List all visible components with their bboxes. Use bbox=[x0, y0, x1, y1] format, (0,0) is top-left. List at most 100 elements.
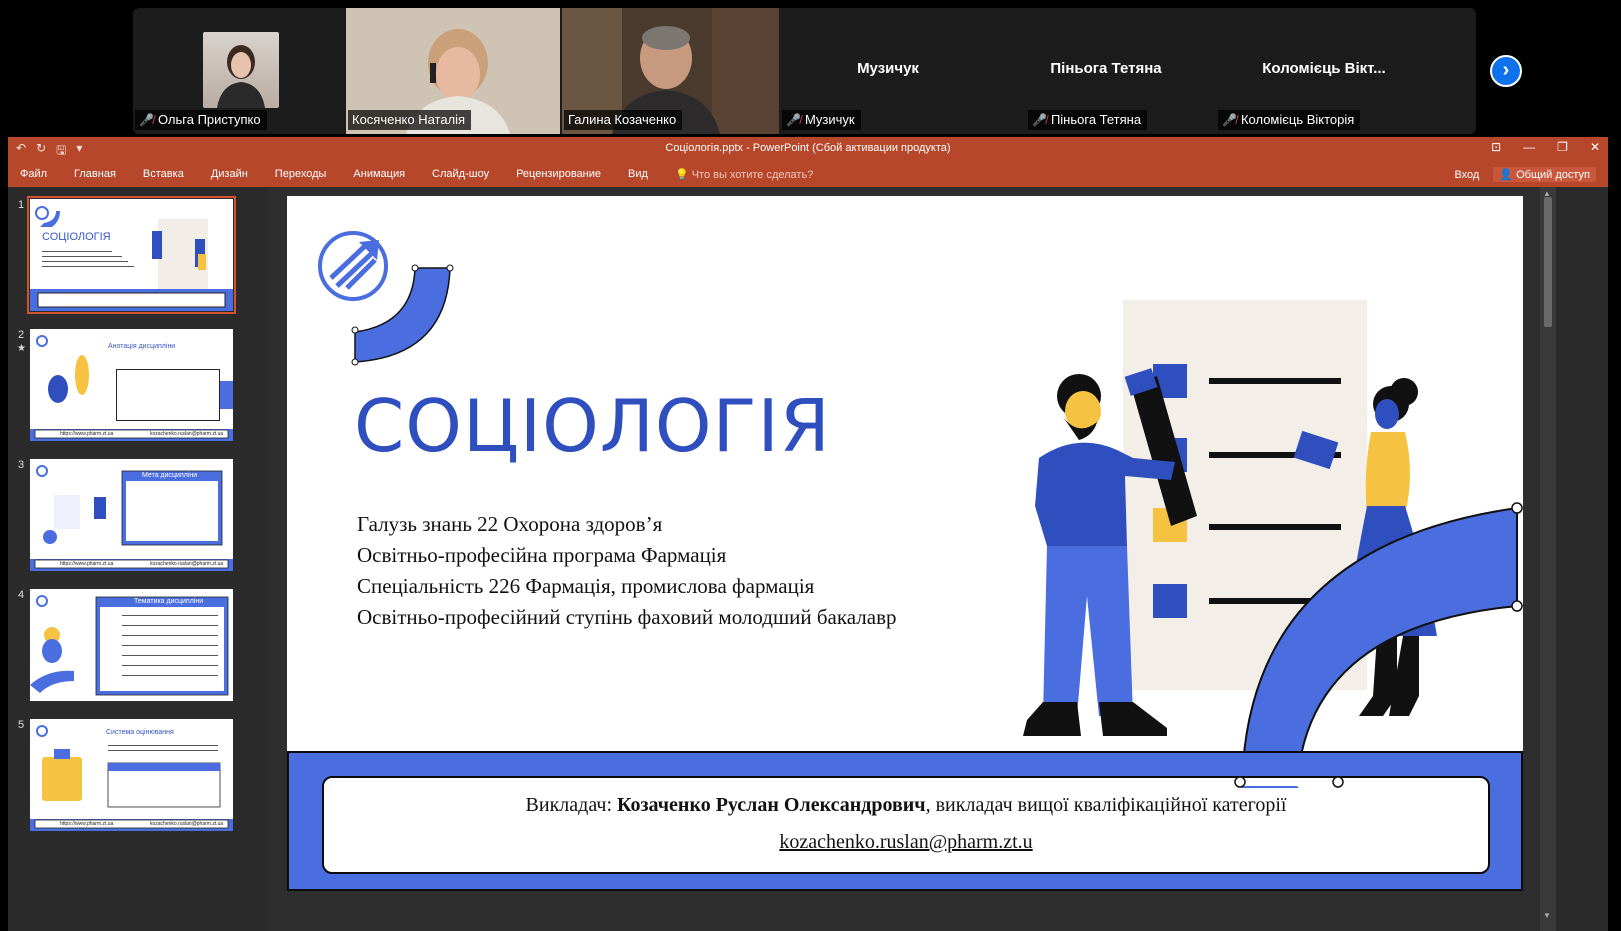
participant-name: Піньога Тетяна bbox=[1050, 112, 1142, 127]
participant-tile-6[interactable]: Коломієць Вікт... 🎤̸ Коломієць Вікторія bbox=[1216, 8, 1432, 134]
thumb-text-box bbox=[116, 369, 220, 421]
mic-muted-icon: 🎤̸ bbox=[786, 113, 801, 127]
tab-transitions[interactable]: Переходы bbox=[275, 168, 327, 181]
animation-star-icon: ★ bbox=[17, 343, 26, 354]
slide-body-text[interactable]: Галузь знань 22 Охорона здоров’я Освітнь… bbox=[357, 509, 896, 633]
thumb-text-line bbox=[122, 625, 218, 626]
thumb-footer-left: https://www.pharm.zt.ua bbox=[60, 821, 114, 827]
tab-slideshow[interactable]: Слайд-шоу bbox=[432, 168, 489, 181]
close-icon[interactable]: ✕ bbox=[1590, 140, 1600, 154]
thumb-text-line bbox=[42, 266, 134, 267]
participant-name: Ольга Приступко bbox=[157, 112, 261, 127]
chevron-right-icon: › bbox=[1502, 59, 1510, 81]
thumb-footer-right: kozachenko.ruslan@pharm.zt.ua bbox=[150, 821, 224, 827]
mic-muted-icon: 🎤̸ bbox=[1222, 113, 1237, 127]
tab-file[interactable]: Файл bbox=[20, 168, 47, 181]
body-line-1: Галузь знань 22 Охорона здоров’я bbox=[357, 512, 663, 536]
participant-tile-4[interactable]: Музичук 🎤̸ Музичук bbox=[780, 8, 996, 134]
slide-title[interactable]: СОЦІОЛОГІЯ bbox=[354, 384, 831, 468]
slide-thumbnail-3[interactable]: Мета дисципліни https://www.pharm.zt.ua … bbox=[30, 459, 233, 571]
thumb-title: Анотація дисципліни bbox=[108, 343, 176, 350]
tell-me-label: Что вы хотите сделать? bbox=[691, 169, 814, 181]
body-line-3: Спеціальність 226 Фармація, промислова ф… bbox=[357, 574, 815, 598]
participant-tile-5[interactable]: Піньога Тетяна 🎤̸ Піньога Тетяна bbox=[998, 8, 1214, 134]
window-controls: ⊡ — ❐ ✕ bbox=[1491, 140, 1600, 154]
thumb-text-line bbox=[122, 675, 218, 676]
tab-home[interactable]: Главная bbox=[74, 168, 116, 181]
logo-icon bbox=[318, 231, 388, 301]
scroll-down-icon[interactable]: ▼ bbox=[1543, 911, 1551, 920]
slide-thumbnail-panel: 1 СОЦІОЛОГІЯ 2 ★ Анотація дисципліни htt… bbox=[8, 187, 270, 931]
thumb-title: Мета дисципліни bbox=[142, 472, 198, 479]
next-page-button[interactable]: › bbox=[1490, 55, 1522, 87]
scrollbar-thumb[interactable] bbox=[1544, 197, 1552, 327]
participant-tile-1[interactable]: 🎤̸ Ольга Приступко bbox=[133, 8, 345, 134]
thumb-text-line bbox=[42, 256, 122, 257]
participant-tile-3[interactable]: Галина Козаченко bbox=[562, 8, 779, 134]
participant-name-tag: 🎤̸ Коломієць Вікторія bbox=[1218, 110, 1361, 130]
window-title: Соціологія.pptx - PowerPoint (Сбой актив… bbox=[665, 142, 951, 154]
teacher-email-link[interactable]: kozachenko.ruslan@pharm.zt.u bbox=[324, 831, 1488, 854]
vertical-scrollbar[interactable]: ▲ ▼ bbox=[1540, 187, 1556, 931]
thumb-text-line bbox=[108, 745, 218, 746]
tab-review[interactable]: Рецензирование bbox=[516, 168, 601, 181]
title-bar: ↶ ↻ 🖫 ▾ Соціологія.pptx - PowerPoint (Сб… bbox=[8, 137, 1608, 161]
participant-display-name: Музичук bbox=[857, 60, 919, 77]
thumb-number: 5 bbox=[18, 719, 25, 731]
participant-name-tag: Галина Козаченко bbox=[564, 110, 683, 130]
thumb-footer-left: https://www.pharm.zt.ua bbox=[60, 561, 114, 567]
tab-design[interactable]: Дизайн bbox=[211, 168, 248, 181]
thumb-number: 3 bbox=[18, 459, 25, 471]
participant-avatar bbox=[203, 32, 279, 108]
current-slide[interactable]: СОЦІОЛОГІЯ Галузь знань 22 Охорона здоро… bbox=[287, 196, 1523, 891]
slide-thumbnail-1[interactable]: СОЦІОЛОГІЯ bbox=[27, 196, 236, 314]
teacher-suffix: , викладач вищої кваліфікаційної категор… bbox=[925, 794, 1287, 816]
minimize-icon[interactable]: — bbox=[1523, 140, 1535, 154]
tab-animations[interactable]: Анимация bbox=[353, 168, 405, 181]
thumb-title: Тематика дисципліни bbox=[134, 598, 204, 605]
mic-muted-icon: 🎤̸ bbox=[139, 113, 154, 127]
slide-thumb-graphic-icon bbox=[30, 206, 233, 311]
participant-name-tag: 🎤̸ Ольга Приступко bbox=[135, 110, 267, 130]
slide-thumbnail-2[interactable]: Анотація дисципліни https://www.pharm.zt… bbox=[30, 329, 233, 441]
participant-tile-2[interactable]: Косяченко Наталія bbox=[346, 8, 560, 134]
participant-name: Коломієць Вікторія bbox=[1240, 112, 1355, 127]
tab-insert[interactable]: Вставка bbox=[143, 168, 184, 181]
ribbon-display-icon[interactable]: ⊡ bbox=[1491, 140, 1501, 154]
thumb-number: 4 bbox=[18, 589, 25, 601]
slide-thumbnail-5[interactable]: Система оцінювання https://www.pharm.zt.… bbox=[30, 719, 233, 831]
thumb-text-line bbox=[122, 615, 218, 616]
participant-photo-icon bbox=[217, 45, 265, 108]
participant-name: Музичук bbox=[804, 112, 855, 127]
body-line-2: Освітньо-професійна програма Фармація bbox=[357, 543, 727, 567]
thumb-text-line bbox=[108, 750, 218, 751]
thumb-text-line bbox=[42, 261, 128, 262]
tell-me-search[interactable]: 💡 Что вы хотите сделать? bbox=[675, 168, 813, 181]
restore-icon[interactable]: ❐ bbox=[1557, 140, 1568, 154]
body-line-4: Освітньо-професійний ступінь фаховий мол… bbox=[357, 605, 897, 629]
thumb-title: Система оцінювання bbox=[106, 729, 174, 736]
slide-thumb-graphic-icon bbox=[30, 465, 233, 571]
share-label: Общий доступ bbox=[1516, 169, 1590, 181]
share-button[interactable]: 👤 Общий доступ bbox=[1493, 167, 1596, 182]
participant-display-name: Піньога Тетяна bbox=[1050, 60, 1162, 77]
sign-in-link[interactable]: Вход bbox=[1454, 169, 1479, 181]
participant-display-name: Коломієць Вікт... bbox=[1262, 60, 1386, 77]
screen: 🎤̸ Ольга Приступко Косяченко Наталія Гал… bbox=[0, 0, 1621, 931]
lightbulb-icon: 💡 bbox=[674, 169, 689, 181]
participant-name: Галина Козаченко bbox=[568, 112, 677, 127]
teacher-line: Викладач: Козаченко Руслан Олександрович… bbox=[324, 794, 1488, 817]
slide-thumbnail-4[interactable]: Тематика дисципліни bbox=[30, 589, 233, 701]
participant-name-tag: 🎤̸ Піньога Тетяна bbox=[1028, 110, 1148, 130]
mic-muted-icon: 🎤̸ bbox=[1032, 113, 1047, 127]
participant-name-tag: Косяченко Наталія bbox=[348, 110, 472, 130]
thumb-text-line bbox=[122, 665, 218, 666]
teacher-info-box[interactable]: Викладач: Козаченко Руслан Олександрович… bbox=[322, 776, 1490, 874]
person-icon: 👤 bbox=[1499, 169, 1514, 181]
participant-name: Косяченко Наталія bbox=[352, 112, 466, 127]
thumb-footer-right: kozachenko.ruslan@pharm.zt.ua bbox=[150, 561, 224, 567]
thumb-footer-right: kozachenko.ruslan@pharm.zt.ua bbox=[150, 431, 224, 437]
thumb-text-line bbox=[122, 635, 218, 636]
tab-view[interactable]: Вид bbox=[628, 168, 648, 181]
teacher-prefix: Викладач: bbox=[525, 794, 618, 816]
